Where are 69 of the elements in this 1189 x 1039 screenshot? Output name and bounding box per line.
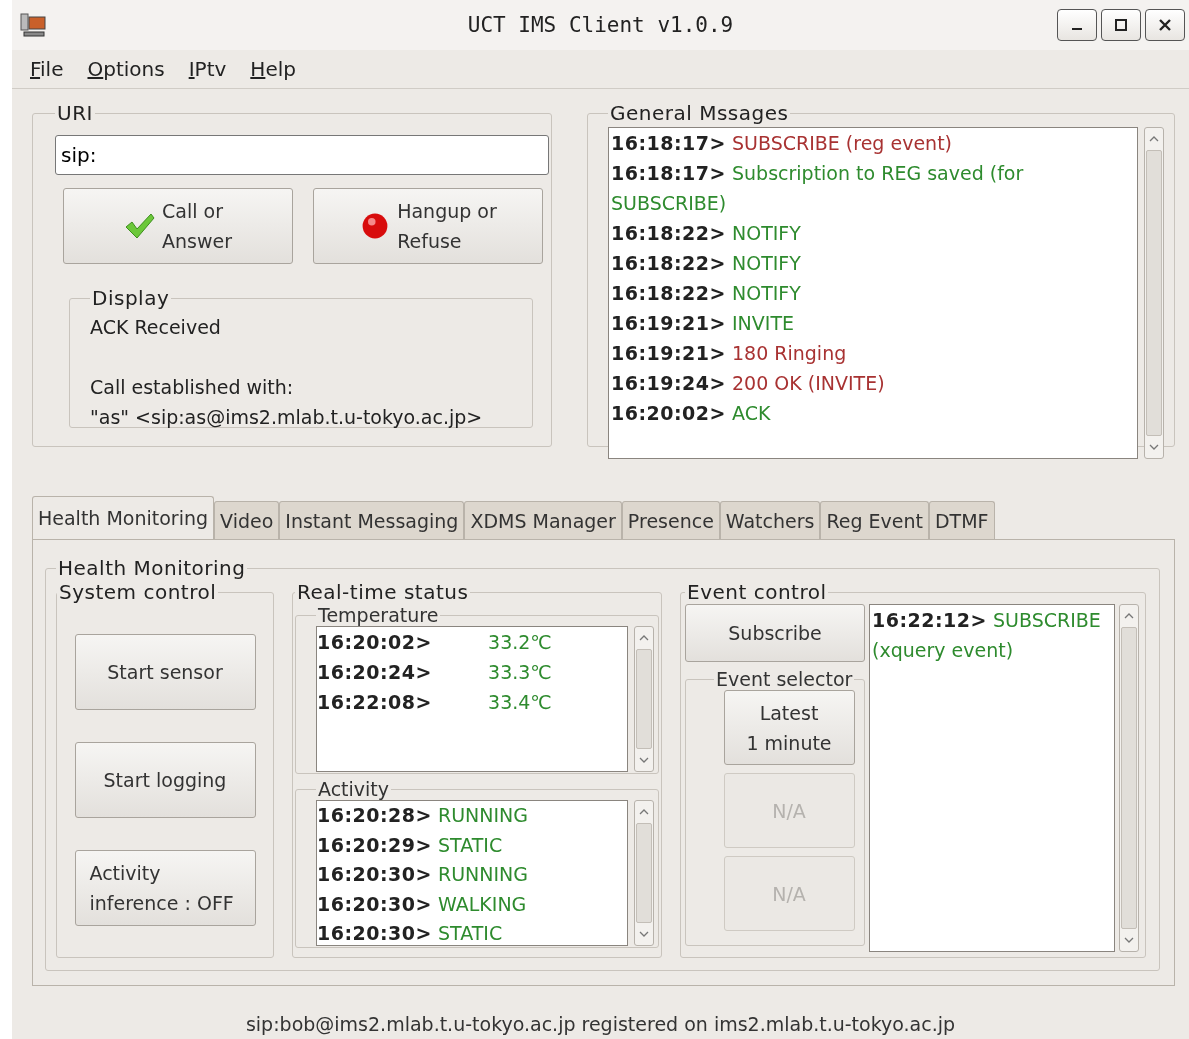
tab[interactable]: Watchers: [719, 501, 821, 539]
log-entry: 16:20:30> STATIC: [317, 921, 504, 945]
log-entry: 16:22:08> 33.4℃: [317, 690, 553, 715]
minimize-button[interactable]: [1057, 9, 1097, 41]
window-title: UCT IMS Client v1.0.9: [467, 13, 734, 37]
log-entry: 16:18:22> NOTIFY: [611, 221, 802, 246]
control-button[interactable]: Start logging: [74, 742, 256, 818]
scrollbar[interactable]: [1119, 604, 1139, 952]
log-entry: 16:18:22> NOTIFY: [611, 251, 802, 276]
group-label: Real-time status: [296, 580, 470, 604]
menu-item[interactable]: File: [30, 57, 64, 81]
maximize-icon: [1114, 18, 1128, 32]
group-label: General Mssages: [609, 101, 790, 125]
log-entry: 16:20:24> 33.3℃: [317, 660, 553, 685]
scroll-thumb[interactable]: [1146, 150, 1163, 436]
scroll-thumb[interactable]: [636, 649, 652, 749]
minimize-icon: [1072, 28, 1082, 30]
log-entry: 16:20:02> ACK: [611, 401, 772, 426]
group-label: Temperature: [317, 604, 440, 626]
scrollbar[interactable]: [1144, 127, 1164, 459]
group-label: Activity: [317, 778, 391, 800]
tab[interactable]: Health Monitoring: [32, 496, 215, 539]
display-text: "as" <sip:as@ims2.mlab.t.u-tokyo.ac.jp>: [90, 405, 484, 430]
tab[interactable]: DTMF: [929, 501, 995, 539]
scrollbar[interactable]: [634, 626, 654, 772]
log-entry: 16:18:22> NOTIFY: [611, 281, 802, 306]
call-button[interactable]: Call or Answer: [63, 188, 293, 264]
control-button[interactable]: Start sensor: [74, 634, 256, 710]
group-label: Event selector: [715, 668, 854, 690]
tab[interactable]: Instant Messaging: [279, 501, 465, 539]
log-entry: 16:18:17> Subscription to REG saved (for SUBSCRIBE): [611, 161, 1025, 216]
menu-item[interactable]: IPtv: [188, 57, 227, 81]
tab[interactable]: XDMS Manager: [464, 501, 622, 539]
tab[interactable]: Video: [214, 501, 280, 539]
tab[interactable]: Reg Event: [820, 501, 929, 539]
close-icon: [1158, 18, 1172, 32]
log-entry: 16:20:28> RUNNING: [317, 803, 530, 828]
menu-item[interactable]: Options: [87, 57, 165, 81]
checkmark-icon: [124, 212, 156, 240]
close-button[interactable]: [1145, 9, 1185, 41]
log-entry: 16:19:21> 180 Ringing: [611, 341, 848, 366]
group-label: URI: [56, 101, 94, 125]
group-label: Display: [91, 286, 171, 310]
log-entry: 16:20:02> 33.2℃: [317, 630, 553, 655]
group-label: Health Monitoring: [57, 556, 247, 580]
group-label: System control: [58, 580, 218, 604]
display-text: Call established with:: [90, 375, 295, 400]
control-button[interactable]: Activity inference : OFF: [74, 850, 256, 926]
selector-button[interactable]: Latest 1 minute: [723, 690, 855, 765]
subscribe-button[interactable]: Subscribe: [685, 604, 865, 662]
computer-icon: [20, 13, 46, 37]
uri-field[interactable]: sip:: [55, 135, 549, 175]
scrollbar[interactable]: [634, 800, 654, 946]
log-entry: 16:20:30> RUNNING: [317, 862, 530, 887]
display-text: ACK Received: [90, 315, 222, 340]
status-text: sip:bob@ims2.mlab.t.u-tokyo.ac.jp registered on ims2.mlab.t.u-tokyo.ac.jp: [244, 1013, 957, 1035]
maximize-button[interactable]: [1101, 9, 1141, 41]
menu-item[interactable]: Help: [250, 57, 296, 81]
log-entry: 16:19:21> INVITE: [611, 311, 795, 336]
group-label: Event control: [686, 580, 828, 604]
scroll-thumb[interactable]: [636, 823, 652, 923]
log-entry: 16:20:29> STATIC: [317, 832, 504, 858]
scroll-thumb[interactable]: [1121, 627, 1137, 929]
log-entry: 16:22:12> SUBSCRIBE (xquery event): [872, 608, 1102, 663]
hangup-button[interactable]: Hangup or Refuse: [313, 188, 543, 264]
tab[interactable]: Presence: [621, 501, 720, 539]
log-entry: 16:18:17> SUBSCRIBE (reg event): [611, 131, 953, 156]
log-entry: 16:20:30> WALKING: [317, 891, 528, 917]
log-entry: 16:19:24> 200 OK (INVITE): [611, 371, 886, 396]
